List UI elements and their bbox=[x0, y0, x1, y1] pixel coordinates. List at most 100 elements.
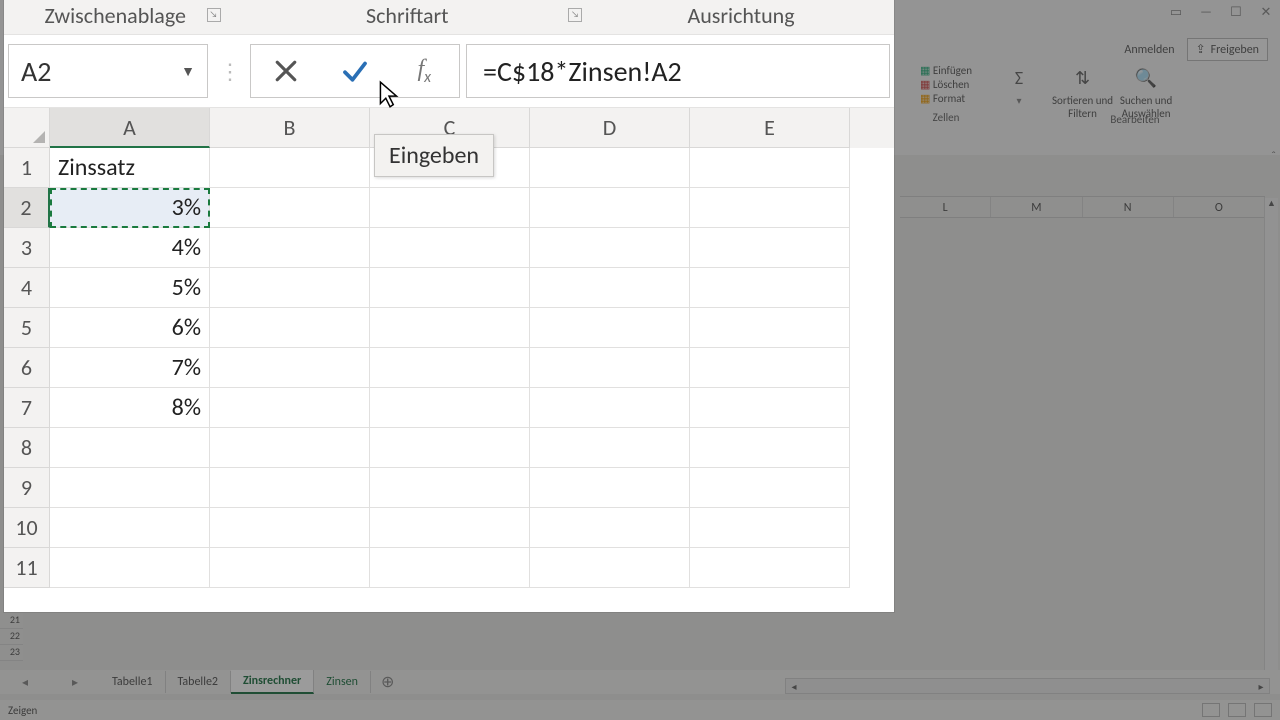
scroll-left-icon[interactable]: ◂ bbox=[786, 680, 802, 693]
cell-D1[interactable] bbox=[530, 148, 690, 188]
cell-B7[interactable] bbox=[210, 388, 370, 428]
cell-B6[interactable] bbox=[210, 348, 370, 388]
row-header[interactable]: 9 bbox=[4, 468, 50, 508]
cell-E9[interactable] bbox=[690, 468, 850, 508]
cell-D8[interactable] bbox=[530, 428, 690, 468]
cell-B1[interactable] bbox=[210, 148, 370, 188]
cell-E1[interactable] bbox=[690, 148, 850, 188]
formula-input[interactable]: =C$18*Zinsen!A2 bbox=[466, 44, 890, 98]
cell-B9[interactable] bbox=[210, 468, 370, 508]
cell-A7[interactable]: 8% bbox=[50, 388, 210, 428]
formula-bar-expand-icon[interactable]: ⋮ bbox=[214, 58, 244, 85]
scroll-up-icon[interactable]: ▲ bbox=[1265, 198, 1278, 212]
row-header[interactable]: 8 bbox=[4, 428, 50, 468]
sheet-tab-1[interactable]: Tabelle2 bbox=[166, 671, 232, 693]
close-icon[interactable]: ✕ bbox=[1258, 4, 1274, 20]
cell-B3[interactable] bbox=[210, 228, 370, 268]
cell-C10[interactable] bbox=[370, 508, 530, 548]
view-normal-icon[interactable] bbox=[1202, 703, 1220, 717]
cell-C7[interactable] bbox=[370, 388, 530, 428]
cell-E2[interactable] bbox=[690, 188, 850, 228]
collapse-ribbon-icon[interactable]: ˆ bbox=[1271, 150, 1276, 164]
name-box[interactable]: A2 ▼ bbox=[8, 44, 208, 98]
scroll-right-icon[interactable]: ▸ bbox=[1253, 680, 1269, 693]
col-header-A[interactable]: A bbox=[50, 108, 210, 148]
cell-E11[interactable] bbox=[690, 548, 850, 588]
font-launcher-icon[interactable]: ↘ bbox=[568, 8, 582, 22]
cell-A1[interactable]: Zinssatz bbox=[50, 148, 210, 188]
cell-D6[interactable] bbox=[530, 348, 690, 388]
cell-D4[interactable] bbox=[530, 268, 690, 308]
delete-cells-button[interactable]: ▦ Löschen bbox=[920, 78, 972, 91]
new-sheet-button[interactable]: ⊕ bbox=[371, 672, 404, 692]
name-box-dropdown-icon[interactable]: ▼ bbox=[181, 63, 195, 80]
cell-A11[interactable] bbox=[50, 548, 210, 588]
cell-C9[interactable] bbox=[370, 468, 530, 508]
spreadsheet-grid[interactable]: A B C D E 1Zinssatz23%34%45%56%67%78%891… bbox=[4, 108, 894, 612]
clipboard-launcher-icon[interactable]: ↘ bbox=[207, 8, 221, 22]
cell-E5[interactable] bbox=[690, 308, 850, 348]
row-header[interactable]: 1 bbox=[4, 148, 50, 188]
cell-B11[interactable] bbox=[210, 548, 370, 588]
sheet-tab-0[interactable]: Tabelle1 bbox=[100, 671, 166, 693]
cell-D7[interactable] bbox=[530, 388, 690, 428]
cell-D2[interactable] bbox=[530, 188, 690, 228]
row-header[interactable]: 3 bbox=[4, 228, 50, 268]
row-header[interactable]: 10 bbox=[4, 508, 50, 548]
cell-C5[interactable] bbox=[370, 308, 530, 348]
cell-D5[interactable] bbox=[530, 308, 690, 348]
cell-A10[interactable] bbox=[50, 508, 210, 548]
col-header-D[interactable]: D bbox=[530, 108, 690, 148]
cell-E7[interactable] bbox=[690, 388, 850, 428]
cell-E3[interactable] bbox=[690, 228, 850, 268]
sheet-tab-2[interactable]: Zinsrechner bbox=[231, 670, 314, 694]
sheet-tab-3[interactable]: Zinsen bbox=[314, 671, 371, 693]
cell-A9[interactable] bbox=[50, 468, 210, 508]
cell-B5[interactable] bbox=[210, 308, 370, 348]
select-all-corner[interactable] bbox=[4, 108, 50, 148]
cell-E6[interactable] bbox=[690, 348, 850, 388]
minimize-icon[interactable]: — bbox=[1198, 4, 1214, 20]
signin-link[interactable]: Anmelden bbox=[1124, 43, 1174, 57]
cell-A3[interactable]: 4% bbox=[50, 228, 210, 268]
col-header-E[interactable]: E bbox=[690, 108, 850, 148]
share-button[interactable]: ⇪ Freigeben bbox=[1187, 38, 1268, 61]
cell-B2[interactable] bbox=[210, 188, 370, 228]
cell-C2[interactable] bbox=[370, 188, 530, 228]
cell-A5[interactable]: 6% bbox=[50, 308, 210, 348]
cell-A6[interactable]: 7% bbox=[50, 348, 210, 388]
row-header[interactable]: 2 bbox=[4, 188, 50, 228]
tab-nav-first-icon[interactable]: ◂ bbox=[22, 675, 28, 690]
view-layout-icon[interactable] bbox=[1228, 703, 1246, 717]
row-header[interactable]: 6 bbox=[4, 348, 50, 388]
row-header[interactable]: 11 bbox=[4, 548, 50, 588]
cell-B4[interactable] bbox=[210, 268, 370, 308]
cell-B10[interactable] bbox=[210, 508, 370, 548]
cell-E10[interactable] bbox=[690, 508, 850, 548]
cell-D9[interactable] bbox=[530, 468, 690, 508]
maximize-icon[interactable]: ☐ bbox=[1228, 4, 1244, 20]
enter-button[interactable] bbox=[325, 48, 385, 94]
cancel-button[interactable] bbox=[256, 48, 316, 94]
cell-A8[interactable] bbox=[50, 428, 210, 468]
cell-C6[interactable] bbox=[370, 348, 530, 388]
cell-B8[interactable] bbox=[210, 428, 370, 468]
horizontal-scrollbar[interactable]: ◂ ▸ bbox=[785, 678, 1270, 694]
cell-D11[interactable] bbox=[530, 548, 690, 588]
vertical-scrollbar[interactable]: ▲ bbox=[1264, 198, 1278, 672]
row-header[interactable]: 5 bbox=[4, 308, 50, 348]
format-cells-button[interactable]: ▦ Format bbox=[920, 92, 972, 105]
cell-D10[interactable] bbox=[530, 508, 690, 548]
ribbon-options-icon[interactable]: ▭ bbox=[1168, 4, 1184, 20]
cell-A2[interactable]: 3% bbox=[50, 188, 210, 228]
view-pagebreak-icon[interactable] bbox=[1254, 703, 1272, 717]
cell-C4[interactable] bbox=[370, 268, 530, 308]
cell-D3[interactable] bbox=[530, 228, 690, 268]
row-header[interactable]: 7 bbox=[4, 388, 50, 428]
cell-C11[interactable] bbox=[370, 548, 530, 588]
cell-E8[interactable] bbox=[690, 428, 850, 468]
cell-C8[interactable] bbox=[370, 428, 530, 468]
cell-E4[interactable] bbox=[690, 268, 850, 308]
cell-C3[interactable] bbox=[370, 228, 530, 268]
row-header[interactable]: 4 bbox=[4, 268, 50, 308]
